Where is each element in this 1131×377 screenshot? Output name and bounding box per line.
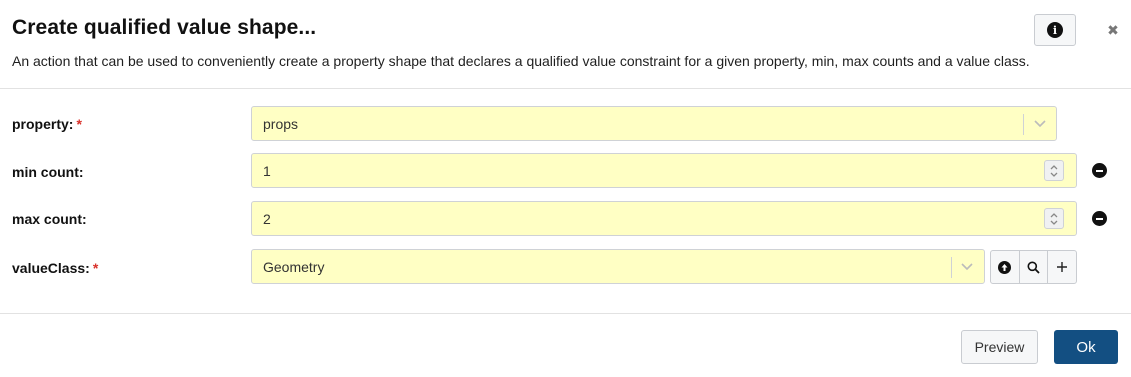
remove-min-count-button[interactable]: [1092, 163, 1107, 178]
min-count-value: 1: [263, 163, 271, 179]
navigate-button[interactable]: [991, 251, 1020, 283]
min-count-input[interactable]: 1: [251, 153, 1077, 188]
remove-max-count-button[interactable]: [1092, 211, 1107, 226]
plus-icon: [1057, 262, 1068, 272]
close-icon[interactable]: ✖: [1105, 20, 1121, 40]
select-separator: [1023, 114, 1024, 135]
spinner-arrows-icon[interactable]: [1044, 208, 1064, 229]
property-row: property: * props: [0, 106, 1131, 142]
max-count-input[interactable]: 2: [251, 201, 1077, 236]
info-button[interactable]: i: [1034, 14, 1076, 46]
max-count-value: 2: [263, 211, 271, 227]
value-class-label: valueClass: *: [12, 260, 99, 276]
property-label: property: *: [12, 116, 82, 132]
required-marker: *: [92, 260, 99, 276]
property-value: props: [263, 116, 299, 132]
chevron-down-icon[interactable]: [1030, 114, 1050, 134]
footer-divider: [0, 313, 1131, 314]
dialog-header: Create qualified value shape... An actio…: [0, 0, 1131, 89]
info-icon: i: [1047, 22, 1063, 38]
search-button[interactable]: [1020, 251, 1049, 283]
chevron-down-icon[interactable]: [957, 257, 977, 277]
min-count-label: min count:: [12, 164, 84, 180]
select-separator: [951, 257, 952, 278]
spinner-arrows-icon[interactable]: [1044, 160, 1064, 181]
dialog-title: Create qualified value shape...: [12, 16, 317, 39]
preview-button[interactable]: Preview: [961, 330, 1038, 364]
required-marker: *: [76, 116, 82, 132]
value-class-actions: [990, 250, 1077, 284]
value-class-select[interactable]: Geometry: [251, 249, 985, 284]
value-class-value: Geometry: [263, 259, 325, 275]
property-select[interactable]: props: [251, 106, 1057, 141]
min-count-row: min count: 1: [0, 153, 1131, 189]
dialog-description: An action that can be used to convenient…: [12, 53, 1030, 69]
arrow-up-circle-icon: [998, 260, 1012, 274]
max-count-row: max count: 2: [0, 201, 1131, 237]
ok-button[interactable]: Ok: [1054, 330, 1118, 364]
value-class-row: valueClass: * Geometry: [0, 249, 1131, 285]
max-count-label: max count:: [12, 211, 87, 227]
search-icon: [1027, 261, 1040, 274]
add-button[interactable]: [1048, 251, 1076, 283]
